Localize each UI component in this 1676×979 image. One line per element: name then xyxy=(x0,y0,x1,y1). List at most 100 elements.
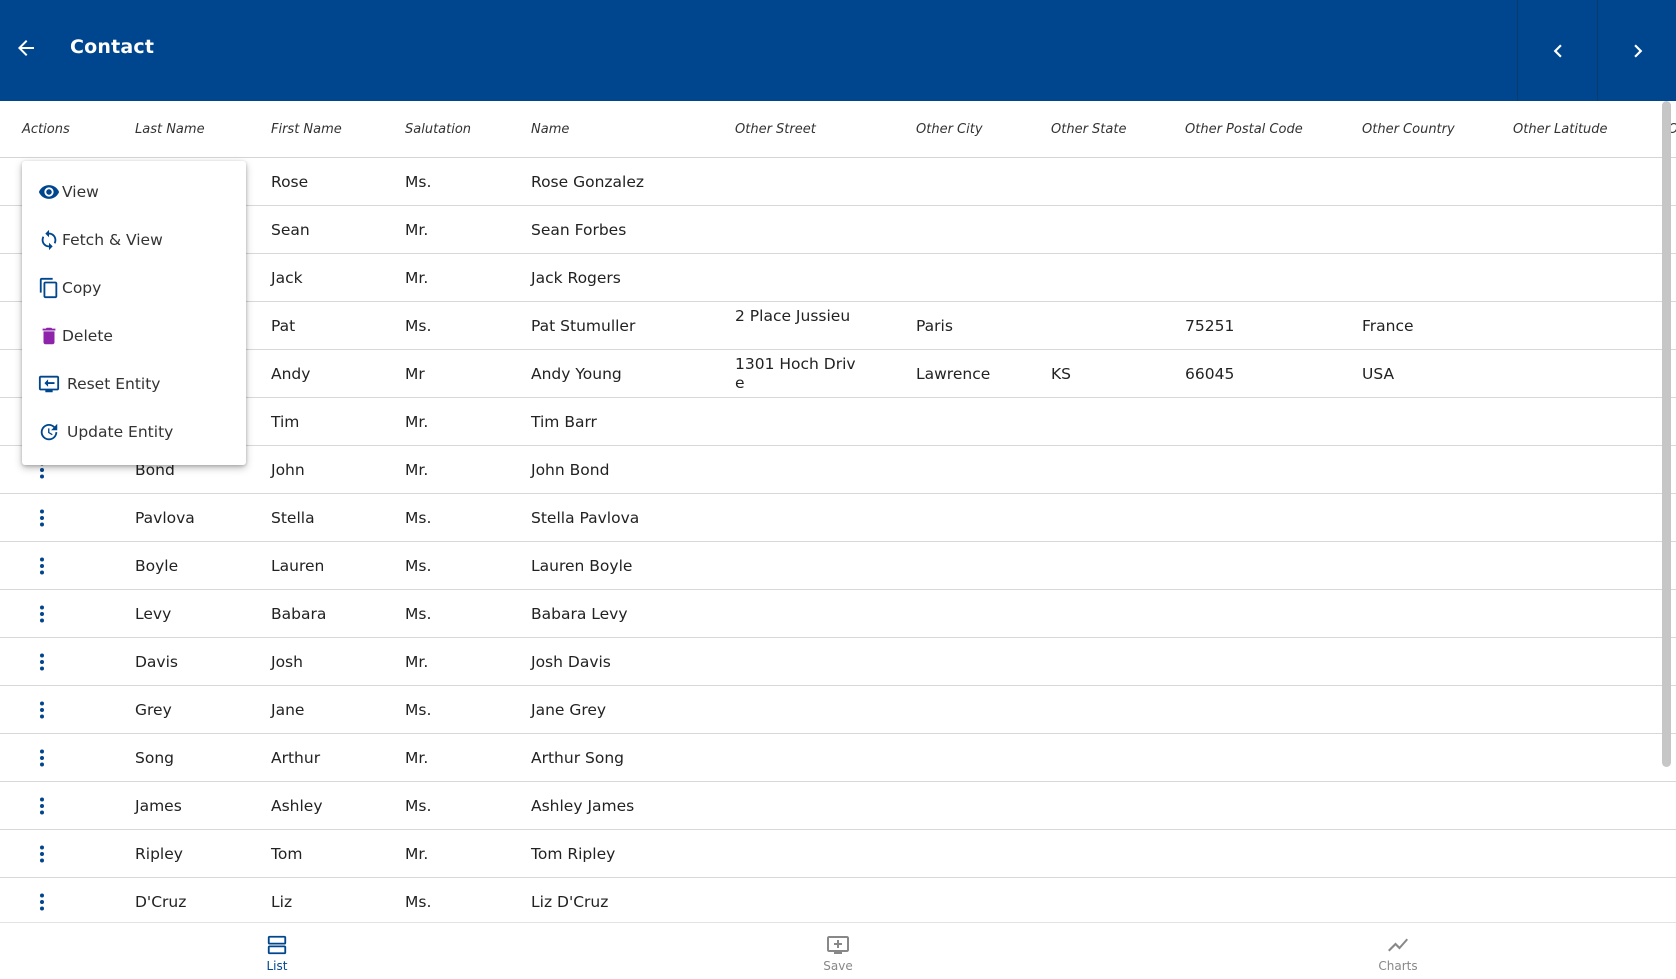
cell-salutation: Ms. xyxy=(405,701,432,719)
cell-salutation: Ms. xyxy=(405,557,432,575)
menu-item-label: Delete xyxy=(62,327,113,345)
row-actions-menu: View Fetch & View Copy Delete Reset Enti… xyxy=(22,161,246,465)
nav-save-button[interactable]: Save xyxy=(778,923,898,979)
refresh-icon xyxy=(38,229,60,251)
menu-item-reset-entity[interactable]: Reset Entity xyxy=(22,362,246,406)
menu-item-copy[interactable]: Copy xyxy=(22,266,246,310)
cell-salutation: Ms. xyxy=(405,317,432,335)
menu-item-view[interactable]: View xyxy=(22,170,246,214)
cell-first-name: Sean xyxy=(271,221,310,239)
table-row[interactable]: Boyle Lauren Ms. Lauren Boyle xyxy=(0,542,1676,590)
cell-first-name: Josh xyxy=(271,653,303,671)
row-actions-button[interactable] xyxy=(30,842,54,866)
row-actions-button[interactable] xyxy=(30,698,54,722)
cell-last-name: Boyle xyxy=(135,557,179,575)
row-actions-button[interactable] xyxy=(30,746,54,770)
column-header-other-city[interactable]: Other City xyxy=(916,122,983,137)
vertical-scrollbar[interactable] xyxy=(1662,101,1671,767)
contact-table: Actions Last Name First Name Salutation … xyxy=(0,101,1676,922)
row-actions-button[interactable] xyxy=(30,602,54,626)
cell-other-street: 2 Place Jussieu xyxy=(735,307,851,325)
nav-list-button[interactable]: List xyxy=(217,923,337,979)
table-row[interactable]: Song Arthur Mr. Arthur Song xyxy=(0,734,1676,782)
more-vertical-icon xyxy=(40,893,44,911)
cell-salutation: Ms. xyxy=(405,173,432,191)
update-icon xyxy=(38,421,60,443)
table-row[interactable]: Andy Mr Andy Young 1301 Hoch Drive Lawrence K… xyxy=(0,350,1676,398)
cell-last-name: Song xyxy=(135,749,174,767)
column-header-other-postal-code[interactable]: Other Postal Code xyxy=(1185,122,1303,137)
cell-name: John Bond xyxy=(531,461,610,479)
nav-charts-button[interactable]: Charts xyxy=(1338,923,1458,979)
row-actions-button[interactable] xyxy=(30,554,54,578)
more-vertical-icon xyxy=(40,509,44,527)
table-row[interactable]: Bond John Mr. John Bond xyxy=(0,446,1676,494)
row-actions-button[interactable] xyxy=(30,890,54,914)
row-actions-button[interactable] xyxy=(30,650,54,674)
cell-first-name: Andy xyxy=(271,365,311,383)
table-row[interactable]: Sean Mr. Sean Forbes xyxy=(0,206,1676,254)
cell-other-country: USA xyxy=(1362,365,1395,383)
menu-item-fetch-view[interactable]: Fetch & View xyxy=(22,218,246,262)
table-row[interactable]: Pat Ms. Pat Stumuller 2 Place Jussieu Paris 7… xyxy=(0,302,1676,350)
column-header-actions[interactable]: Actions xyxy=(22,122,70,137)
cell-last-name: Grey xyxy=(135,701,172,719)
table-row[interactable]: James Ashley Ms. Ashley James xyxy=(0,782,1676,830)
cell-name: Babara Levy xyxy=(531,605,628,623)
cell-salutation: Ms. xyxy=(405,605,432,623)
nav-label: List xyxy=(266,959,288,973)
row-actions-button[interactable] xyxy=(30,794,54,818)
table-row[interactable]: Levy Babara Ms. Babara Levy xyxy=(0,590,1676,638)
cell-salutation: Mr. xyxy=(405,461,429,479)
cell-first-name: Jane xyxy=(271,701,305,719)
cell-name: Jane Grey xyxy=(531,701,607,719)
cell-name: Pat Stumuller xyxy=(531,317,636,335)
table-row[interactable]: Tim Mr. Tim Barr xyxy=(0,398,1676,446)
column-header-salutation[interactable]: Salutation xyxy=(405,122,471,137)
cell-salutation: Mr. xyxy=(405,653,429,671)
table-row[interactable]: Pavlova Stella Ms. Stella Pavlova xyxy=(0,494,1676,542)
cell-salutation: Mr. xyxy=(405,845,429,863)
next-button[interactable] xyxy=(1597,0,1676,101)
column-header-name[interactable]: Name xyxy=(531,122,569,137)
cell-name: Andy Young xyxy=(531,365,622,383)
cell-salutation: Mr. xyxy=(405,269,429,287)
table-row[interactable]: Grey Jane Ms. Jane Grey xyxy=(0,686,1676,734)
cell-salutation: Mr. xyxy=(405,413,429,431)
cell-other-state: KS xyxy=(1051,365,1072,383)
more-vertical-icon xyxy=(40,749,44,767)
previous-button[interactable] xyxy=(1517,0,1597,101)
cell-other-postal-code: 66045 xyxy=(1185,365,1235,383)
reset-entity-icon xyxy=(38,373,60,395)
row-actions-button[interactable] xyxy=(30,506,54,530)
column-header-other-latitude[interactable]: Other Latitude xyxy=(1513,122,1608,137)
table-row[interactable]: Davis Josh Mr. Josh Davis xyxy=(0,638,1676,686)
back-button[interactable] xyxy=(6,28,46,68)
cell-other-city: Lawrence xyxy=(916,365,991,383)
nav-label: Charts xyxy=(1378,959,1418,973)
column-header-other-country[interactable]: Other Country xyxy=(1362,122,1455,137)
cell-name: Liz D'Cruz xyxy=(531,893,609,911)
table-row[interactable]: D'Cruz Liz Ms. Liz D'Cruz xyxy=(0,878,1676,922)
cell-name: Rose Gonzalez xyxy=(531,173,645,191)
column-header-first-name[interactable]: First Name xyxy=(271,122,342,137)
cell-salutation: Ms. xyxy=(405,893,432,911)
cell-other-street: 1301 Hoch Drive xyxy=(735,355,856,392)
menu-item-update-entity[interactable]: Update Entity xyxy=(22,410,246,454)
column-header-other-state[interactable]: Other State xyxy=(1051,122,1126,137)
table-row[interactable]: Rose Ms. Rose Gonzalez xyxy=(0,158,1676,206)
menu-item-delete[interactable]: Delete xyxy=(22,314,246,358)
column-header-last-name[interactable]: Last Name xyxy=(135,122,205,137)
cell-first-name: Ashley xyxy=(271,797,323,815)
cell-name: Sean Forbes xyxy=(531,221,627,239)
table-row[interactable]: Ripley Tom Mr. Tom Ripley xyxy=(0,830,1676,878)
cell-name: Arthur Song xyxy=(531,749,624,767)
table-row[interactable]: Jack Mr. Jack Rogers xyxy=(0,254,1676,302)
more-vertical-icon xyxy=(40,605,44,623)
eye-icon xyxy=(38,181,60,203)
column-header-other-street[interactable]: Other Street xyxy=(735,122,816,137)
more-vertical-icon xyxy=(40,557,44,575)
table-header: Actions Last Name First Name Salutation … xyxy=(0,101,1676,158)
cell-first-name: Tom xyxy=(271,845,303,863)
cell-other-country: France xyxy=(1362,317,1414,335)
